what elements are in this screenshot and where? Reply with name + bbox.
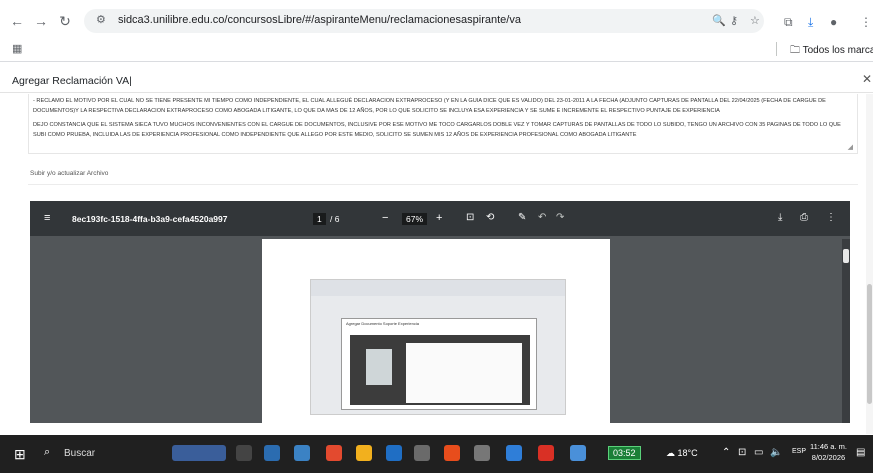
more-options-icon[interactable]: ⋮ [826, 212, 836, 223]
bookmarks-divider [776, 42, 777, 56]
camera-app-icon[interactable] [414, 445, 430, 461]
pdf-page-sheet: Agregar Documento Soporte Experiencia [262, 239, 610, 423]
section-divider [28, 184, 858, 185]
menu-icon[interactable]: ≡ [44, 212, 50, 224]
brave-app-icon[interactable] [444, 445, 460, 461]
network-icon[interactable]: ⊡ [738, 447, 746, 458]
embedded-document-page [406, 343, 522, 403]
zoom-out-icon[interactable]: − [382, 212, 388, 224]
page-vertical-scrollbar[interactable] [866, 94, 873, 434]
forward-arrow-icon[interactable]: → [32, 12, 50, 30]
page-number-input[interactable]: 1 [313, 213, 326, 225]
download-icon[interactable]: ⤓ [808, 15, 813, 30]
search-icon[interactable]: ⌕ [44, 446, 50, 459]
back-arrow-icon[interactable]: ← [8, 12, 26, 30]
page-content: Agregar Reclamación VA| ✕ - RECLAMO EL M… [0, 62, 873, 441]
pdf-scrollbar[interactable] [842, 239, 850, 423]
modal-title: Agregar Reclamación VA| [12, 75, 132, 87]
bookmark-star-icon[interactable]: ☆ [750, 14, 760, 27]
address-bar[interactable]: ⚙ sidca3.unilibre.edu.co/concursosLibre/… [84, 9, 764, 33]
word-app-icon[interactable] [506, 445, 522, 461]
photos-app-icon[interactable] [570, 445, 586, 461]
fit-page-icon[interactable]: ⊡ [466, 212, 474, 223]
chrome-app-icon[interactable] [326, 445, 342, 461]
upload-file-label: Subir y/o actualizar Archivo [30, 170, 109, 177]
password-key-icon[interactable]: ⚷ [730, 14, 738, 27]
download-pdf-icon[interactable]: ⤓ [778, 212, 782, 223]
clock[interactable]: 11:46 a. m. 8/02/2026 [810, 441, 847, 463]
reclamation-paragraph-2: DEJO CONSTANCIA QUE EL SISTEMA SIECA TUV… [33, 122, 841, 138]
profile-avatar-icon[interactable]: ● [830, 15, 837, 29]
weather-widget[interactable]: ☁ 18°C [666, 448, 698, 459]
extensions-icon[interactable]: ⧉ [784, 15, 793, 30]
browser-chrome: ← → ↻ ⚙ sidca3.unilibre.edu.co/concursos… [0, 0, 873, 62]
print-icon[interactable]: ⎙ [800, 212, 808, 223]
redo-icon[interactable]: ↷ [556, 212, 564, 223]
scrollbar-thumb[interactable] [867, 284, 872, 404]
calculator-app-icon[interactable] [294, 445, 310, 461]
clock-date: 8/02/2026 [811, 453, 846, 462]
taskbar-search-box[interactable]: Buscar [64, 448, 95, 459]
pdf-app-icon[interactable] [538, 445, 554, 461]
all-bookmarks-label: Todos los marcadores [802, 45, 873, 56]
display-icon[interactable]: ▭ [754, 447, 763, 458]
zoom-level[interactable]: 67% [402, 213, 428, 225]
task-view-icon[interactable] [236, 445, 252, 461]
settings-app-icon[interactable] [474, 445, 490, 461]
clock-time: 11:46 a. m. [810, 442, 847, 451]
pdf-viewer: ≡ 8ec193fc-1518-4ffa-b3a9-cefa4520a997 1… [30, 201, 850, 423]
store-app-icon[interactable] [264, 445, 280, 461]
volume-icon[interactable]: 🔈 [770, 447, 782, 458]
embedded-screenshot-browser-bar [311, 280, 565, 296]
language-indicator[interactable]: ESP [792, 448, 806, 455]
files-app-icon[interactable] [356, 445, 372, 461]
undo-icon[interactable]: ↶ [538, 212, 546, 223]
pdf-scrollbar-thumb[interactable] [843, 249, 849, 263]
bookmarks-bar: ▦ 🗀 Todos los marcadores [0, 40, 873, 60]
windows-start-icon[interactable]: ⊞ [14, 446, 26, 463]
embedded-thumbnail [366, 349, 392, 385]
reload-icon[interactable]: ↻ [56, 12, 74, 30]
pdf-filename: 8ec193fc-1518-4ffa-b3a9-cefa4520a997 [72, 214, 228, 224]
widget-image-icon[interactable] [172, 445, 226, 461]
pdf-toolbar: ≡ 8ec193fc-1518-4ffa-b3a9-cefa4520a997 1… [30, 201, 850, 236]
url-text: sidca3.unilibre.edu.co/concursosLibre/#/… [118, 14, 521, 26]
kebab-menu-icon[interactable]: ⋮ [860, 15, 872, 29]
reclamation-paragraph-1: - RECLAMO EL MOTIVO POR EL CUAL NO SE TI… [33, 98, 826, 114]
embedded-screenshot: Agregar Documento Soporte Experiencia [310, 279, 566, 415]
tray-chevron-icon[interactable]: ⌃ [722, 447, 730, 458]
page-total: / 6 [330, 214, 340, 224]
header-divider [0, 92, 873, 93]
embedded-pdf-viewer [350, 335, 530, 405]
all-bookmarks-button[interactable]: 🗀 Todos los marcadores [790, 43, 873, 60]
embedded-modal-title: Agregar Documento Soporte Experiencia [346, 321, 419, 326]
resize-handle-icon[interactable]: ◢ [848, 143, 853, 151]
weather-temp: 18°C [677, 448, 698, 458]
notifications-icon[interactable]: ▤ [856, 447, 865, 458]
apps-grid-icon[interactable]: ▦ [12, 42, 22, 55]
rotate-icon[interactable]: ⟲ [486, 212, 494, 223]
timer-pill[interactable]: 03:52 [608, 446, 641, 460]
reclamation-textarea[interactable]: - RECLAMO EL MOTIVO POR EL CUAL NO SE TI… [28, 94, 858, 154]
windows-taskbar: ⊞ ⌕ Buscar 03:52 ☁ 18°C ⌃ ⊡ ▭ 🔈 ESP 11:4… [0, 435, 873, 473]
zoom-in-icon[interactable]: + [436, 212, 442, 224]
close-icon[interactable]: ✕ [862, 72, 872, 86]
annotate-pen-icon[interactable]: ✎ [518, 212, 526, 223]
zoom-icon[interactable]: 🔍 [712, 14, 726, 27]
mail-app-icon[interactable] [386, 445, 402, 461]
embedded-modal: Agregar Documento Soporte Experiencia [341, 318, 537, 410]
site-info-icon[interactable]: ⚙ [96, 13, 106, 26]
address-row: ← → ↻ ⚙ sidca3.unilibre.edu.co/concursos… [0, 6, 873, 36]
